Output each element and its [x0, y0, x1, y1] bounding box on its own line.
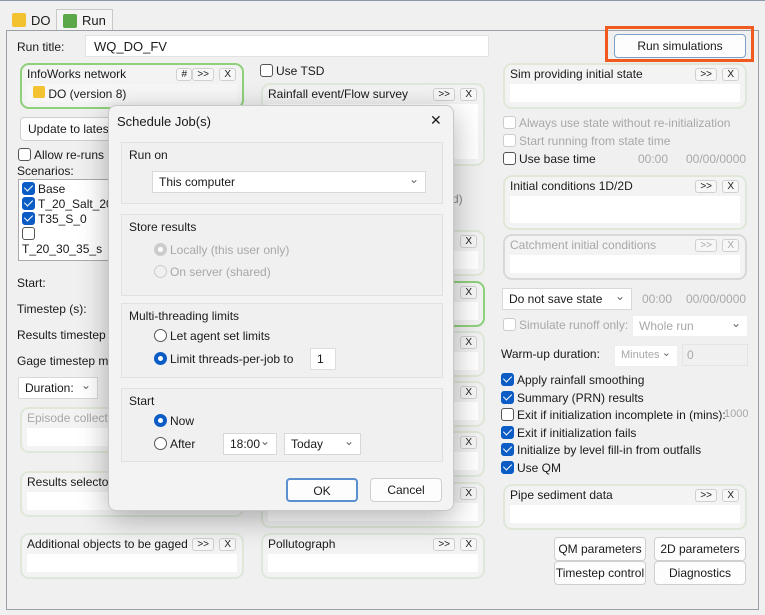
clear-button[interactable]: X [722, 68, 739, 81]
clear-button[interactable]: X [460, 487, 477, 500]
after-time-select[interactable]: 18:00 [223, 433, 277, 455]
browse-button[interactable]: >> [192, 68, 214, 81]
clear-button[interactable]: X [722, 239, 739, 252]
close-icon[interactable]: ✕ [430, 112, 442, 129]
save-state-select[interactable]: Do not save state [502, 288, 632, 310]
tab-do[interactable]: DO [6, 9, 57, 31]
schedule-jobs-dialog: Schedule Job(s) ✕ Run on This computer S… [108, 105, 454, 511]
clear-button[interactable]: X [460, 436, 477, 449]
exit-mins-input[interactable]: 1000 [724, 408, 748, 420]
apply-rainfall-smoothing-checkbox[interactable]: Apply rainfall smoothing [501, 372, 726, 390]
agent-limits-radio[interactable]: Let agent set limits [154, 329, 270, 343]
clear-button[interactable]: X [460, 386, 477, 399]
store-results-group: Store results Locally (this user only) O… [121, 214, 443, 296]
network-icon [33, 86, 45, 98]
ok-button[interactable]: OK [286, 478, 358, 502]
browse-button[interactable]: >> [695, 180, 717, 193]
scenarios-label: Scenarios: [17, 164, 74, 178]
save-time-input[interactable]: 00:00 [642, 292, 672, 306]
clear-button[interactable]: X [722, 180, 739, 193]
multithreading-group: Multi-threading limits Let agent set lim… [121, 303, 443, 378]
timestep-control-button[interactable]: Timestep control [554, 561, 646, 585]
clear-button[interactable]: X [460, 286, 477, 299]
use-base-time-checkbox[interactable]: Use base time [503, 152, 596, 166]
start-running-checkbox[interactable]: Start running from state time [503, 134, 670, 148]
clear-button[interactable]: X [219, 68, 236, 81]
store-local-radio[interactable]: Locally (this user only) [154, 243, 289, 257]
scenario-item[interactable]: T35_S_0 [22, 212, 114, 227]
tab-run[interactable]: Run [56, 9, 113, 31]
initial-conditions-panel[interactable]: Initial conditions 1D/2D >> X [503, 175, 747, 230]
browse-button[interactable]: >> [695, 68, 717, 81]
run-simulations-button[interactable]: Run simulations [614, 34, 746, 58]
simulate-runoff-checkbox[interactable]: Simulate runoff only: [503, 318, 628, 332]
start-now-radio[interactable]: Now [154, 414, 194, 428]
clear-button[interactable]: X [219, 538, 236, 551]
options-list: Apply rainfall smoothing Summary (PRN) r… [501, 372, 726, 478]
clear-button[interactable]: X [460, 235, 477, 248]
runoff-select[interactable]: Whole run [632, 315, 748, 337]
threads-input[interactable]: 1 [310, 348, 336, 370]
use-tsd-checkbox[interactable]: Use TSD [260, 64, 324, 78]
clear-button[interactable]: X [460, 336, 477, 349]
pollutograph-panel[interactable]: Pollutograph >> X [261, 533, 485, 579]
scenario-item[interactable]: T_20_Salt_20 [22, 197, 114, 212]
always-use-state-checkbox[interactable]: Always use state without re-initializati… [503, 116, 730, 130]
use-qm-checkbox[interactable]: Use QM [501, 460, 726, 478]
run-on-select[interactable]: This computer [152, 171, 426, 193]
base-date-input[interactable]: 00/00/0000 [686, 152, 746, 166]
initialize-level-checkbox[interactable]: Initialize by level fill-in from outfall… [501, 442, 726, 460]
exit-incomplete-checkbox[interactable]: Exit if initialization incomplete in (mi… [501, 407, 726, 425]
clear-button[interactable]: X [722, 489, 739, 502]
clear-button[interactable]: X [460, 88, 477, 101]
run-title-label: Run title: [17, 40, 65, 54]
timestep-label: Timestep (s): [17, 302, 87, 316]
allow-reruns-checkbox[interactable]: Allow re-runs us [18, 148, 120, 162]
gage-timestep-label: Gage timestep mult [17, 354, 122, 368]
dialog-title: Schedule Job(s) [117, 114, 211, 129]
browse-button[interactable]: >> [695, 489, 717, 502]
browse-button[interactable]: >> [192, 538, 214, 551]
run-on-group: Run on This computer [121, 142, 443, 204]
catchment-initial-panel[interactable]: Catchment initial conditions >> X [503, 234, 747, 280]
clear-button[interactable]: X [460, 538, 477, 551]
after-day-select[interactable]: Today [284, 433, 361, 455]
sim-initial-state-panel[interactable]: Sim providing initial state >> X [503, 63, 747, 109]
save-date-input[interactable]: 00/00/0000 [686, 292, 746, 306]
results-timestep-label: Results timestep m [17, 328, 120, 342]
hash-button[interactable]: # [176, 68, 192, 81]
pipe-sediment-panel[interactable]: Pipe sediment data >> X [503, 484, 747, 530]
browse-button[interactable]: >> [433, 88, 455, 101]
exit-fails-checkbox[interactable]: Exit if initialization fails [501, 425, 726, 443]
warmup-unit-select[interactable]: Minutes [614, 345, 678, 367]
network-icon [12, 13, 26, 27]
additional-objects-panel[interactable]: Additional objects to be gaged >> X [20, 533, 244, 579]
network-item[interactable]: DO (version 8) [48, 87, 126, 101]
summary-results-checkbox[interactable]: Summary (PRN) results [501, 390, 726, 408]
browse-button[interactable]: >> [433, 538, 455, 551]
update-latest-button[interactable]: Update to latest [20, 117, 120, 141]
start-label: Start: [17, 276, 46, 290]
browse-button[interactable]: >> [695, 239, 717, 252]
start-after-radio[interactable]: After [154, 437, 195, 451]
diagnostics-button[interactable]: Diagnostics [654, 561, 746, 585]
warmup-value-input[interactable]: 0 [682, 344, 748, 366]
limit-threads-radio[interactable]: Limit threads-per-job to [154, 352, 293, 366]
store-server-radio[interactable]: On server (shared) [154, 265, 271, 279]
scenarios-list[interactable]: Base T_20_Salt_20 T35_S_0 T_20_30_35_s [18, 179, 118, 261]
2d-parameters-button[interactable]: 2D parameters [654, 537, 746, 561]
run-icon [63, 13, 77, 28]
run-title-input[interactable]: WQ_DO_FV [85, 35, 489, 57]
scenario-item[interactable]: Base [22, 182, 114, 197]
cancel-button[interactable]: Cancel [370, 478, 442, 502]
start-group: Start Now After 18:00 Today [121, 388, 443, 462]
scenario-item[interactable]: T_20_30_35_s [22, 227, 114, 257]
infoworks-network-panel[interactable]: InfoWorks network # >> X DO (version 8) [20, 63, 244, 109]
base-time-input[interactable]: 00:00 [638, 152, 668, 166]
duration-select[interactable]: Duration: [18, 377, 98, 399]
qm-parameters-button[interactable]: QM parameters [554, 537, 646, 561]
warmup-label: Warm-up duration: [501, 347, 600, 361]
